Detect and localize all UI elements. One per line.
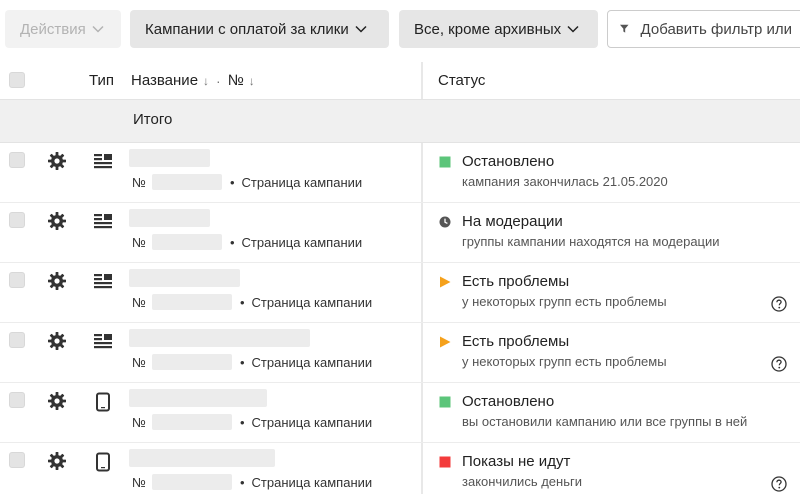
table-row[interactable]: № • Страница кампании Есть проблемы у некото… xyxy=(0,263,800,323)
gear-icon[interactable] xyxy=(47,391,67,411)
campaign-number xyxy=(151,174,222,190)
table-row[interactable]: № • Страница кампании Остановлено вы останов… xyxy=(0,383,800,443)
campaign-number xyxy=(151,234,222,250)
chevron-down-icon xyxy=(567,25,579,33)
name-sort-label[interactable]: Название xyxy=(131,72,198,89)
help-icon[interactable] xyxy=(771,476,787,492)
total-label: Итого xyxy=(133,111,173,128)
toolbar: Действия Кампании с оплатой за клики Все… xyxy=(0,0,800,62)
campaign-number xyxy=(151,474,232,490)
sort-arrow-icon: ↓ xyxy=(248,73,255,88)
status-description: закончились деньги xyxy=(462,474,582,489)
help-icon[interactable] xyxy=(771,296,787,312)
archive-filter-dropdown[interactable]: Все, кроме архивных xyxy=(399,10,598,48)
campaign-number-label: № xyxy=(132,174,146,190)
row-checkbox[interactable] xyxy=(9,212,25,228)
campaign-page-link[interactable]: Страница кампании xyxy=(252,355,373,370)
help-icon[interactable] xyxy=(771,356,787,372)
status-title[interactable]: Остановлено xyxy=(462,393,554,410)
campaign-name[interactable] xyxy=(129,209,210,227)
status-title[interactable]: Есть проблемы xyxy=(462,333,569,350)
status-title[interactable]: На модерации xyxy=(462,213,563,230)
row-checkbox[interactable] xyxy=(9,332,25,348)
table-row[interactable]: № • Страница кампании Показы не идут закончи… xyxy=(0,443,800,494)
status-title[interactable]: Показы не идут xyxy=(462,453,570,470)
row-checkbox[interactable] xyxy=(9,392,25,408)
column-header-type: Тип xyxy=(89,72,115,89)
gear-icon[interactable] xyxy=(47,271,67,291)
campaign-number-label: № xyxy=(132,354,146,370)
actions-dropdown[interactable]: Действия xyxy=(5,10,121,48)
sort-arrow-icon: ↓ xyxy=(203,73,210,88)
status-description: у некоторых групп есть проблемы xyxy=(462,354,667,369)
status-title[interactable]: Есть проблемы xyxy=(462,273,569,290)
campaign-page-link[interactable]: Страница кампании xyxy=(252,415,373,430)
chevron-down-icon xyxy=(355,25,367,33)
table-header: Тип Название ↓ · № ↓ Статус xyxy=(0,62,800,100)
gear-icon[interactable] xyxy=(47,451,67,471)
campaign-number-label: № xyxy=(132,474,146,490)
filter-icon xyxy=(620,24,629,33)
gear-icon[interactable] xyxy=(47,211,67,231)
campaign-meta: № • Страница кампании xyxy=(132,474,372,490)
campaign-number xyxy=(151,414,232,430)
number-sort-label[interactable]: № xyxy=(228,72,244,89)
campaign-meta: № • Страница кампании xyxy=(132,174,362,190)
campaign-page-link[interactable]: Страница кампании xyxy=(252,295,373,310)
campaign-number-label: № xyxy=(132,294,146,310)
campaign-type-dropdown[interactable]: Кампании с оплатой за клики xyxy=(130,10,389,48)
total-row: Итого xyxy=(0,100,800,143)
campaign-page-link[interactable]: Страница кампании xyxy=(242,175,363,190)
meta-separator: • xyxy=(239,354,245,370)
status-description: группы кампании находятся на модерации xyxy=(462,234,720,249)
status-description: кампания закончилась 21.05.2020 xyxy=(462,174,668,189)
campaign-page-link[interactable]: Страница кампании xyxy=(252,475,373,490)
meta-separator: • xyxy=(239,294,245,310)
campaign-number-label: № xyxy=(132,414,146,430)
campaign-meta: № • Страница кампании xyxy=(132,234,362,250)
column-header-name[interactable]: Название ↓ · № ↓ xyxy=(131,72,261,89)
campaign-number xyxy=(151,294,232,310)
select-all-checkbox[interactable] xyxy=(9,72,25,88)
gear-icon[interactable] xyxy=(47,331,67,351)
table-row[interactable]: № • Страница кампании Остановлено кампания з… xyxy=(0,143,800,203)
campaign-type-label: Кампании с оплатой за клики xyxy=(145,20,349,38)
row-checkbox[interactable] xyxy=(9,452,25,468)
actions-label: Действия xyxy=(20,20,86,38)
campaign-meta: № • Страница кампании xyxy=(132,294,372,310)
row-checkbox[interactable] xyxy=(9,272,25,288)
table-row[interactable]: № • Страница кампании Есть проблемы у некото… xyxy=(0,323,800,383)
header-separator: · xyxy=(216,72,221,89)
meta-separator: • xyxy=(239,414,245,430)
campaign-name[interactable] xyxy=(129,149,210,167)
meta-separator: • xyxy=(229,174,235,190)
status-title[interactable]: Остановлено xyxy=(462,153,554,170)
meta-separator: • xyxy=(239,474,245,490)
campaign-page-link[interactable]: Страница кампании xyxy=(242,235,363,250)
column-header-status[interactable]: Статус xyxy=(438,72,485,89)
gear-icon[interactable] xyxy=(47,151,67,171)
campaign-name[interactable] xyxy=(129,269,240,287)
campaign-name[interactable] xyxy=(129,389,267,407)
row-checkbox[interactable] xyxy=(9,152,25,168)
add-filter-input[interactable]: Добавить фильтр или xyxy=(607,10,800,48)
meta-separator: • xyxy=(229,234,235,250)
chevron-down-icon xyxy=(92,25,104,33)
campaign-number xyxy=(151,354,232,370)
campaign-number-label: № xyxy=(132,234,146,250)
table-row[interactable]: № • Страница кампании На модерации группы ка… xyxy=(0,203,800,263)
campaign-meta: № • Страница кампании xyxy=(132,414,372,430)
campaign-name[interactable] xyxy=(129,449,275,467)
status-description: у некоторых групп есть проблемы xyxy=(462,294,667,309)
add-filter-label: Добавить фильтр или xyxy=(640,20,792,38)
campaign-name[interactable] xyxy=(129,329,310,347)
status-description: вы остановили кампанию или все группы в … xyxy=(462,414,748,429)
archive-filter-label: Все, кроме архивных xyxy=(414,20,562,38)
campaign-meta: № • Страница кампании xyxy=(132,354,372,370)
